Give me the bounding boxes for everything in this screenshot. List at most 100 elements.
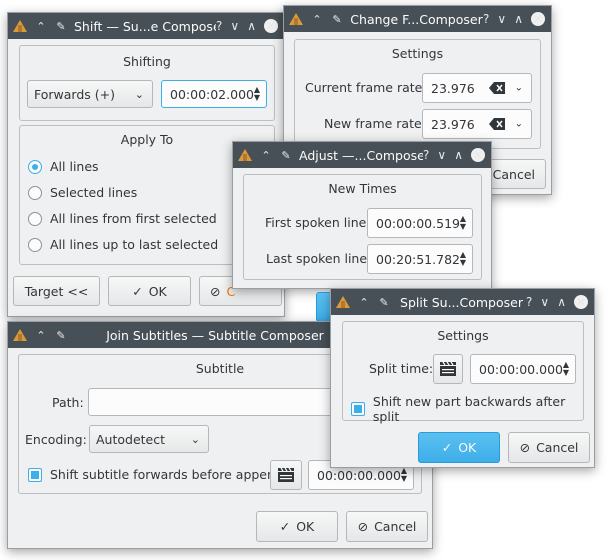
current-rate-label: Current frame rate: — [305, 80, 427, 95]
keep-above-icon[interactable]: ⌃ — [34, 329, 48, 342]
close-button[interactable]: ✕ — [531, 12, 545, 26]
direction-select[interactable]: Forwards (+) ⌄ — [27, 80, 153, 108]
clapperboard-button[interactable] — [270, 460, 302, 490]
minimize-button[interactable]: ∨ — [437, 148, 446, 162]
help-button[interactable]: ? — [483, 12, 489, 26]
encoding-label: Encoding: — [25, 432, 87, 447]
check-icon: ✓ — [132, 283, 143, 299]
pin-icon[interactable]: ✎ — [54, 329, 68, 342]
help-button[interactable]: ? — [423, 148, 429, 162]
cancel-button[interactable]: ⊘ Cancel — [346, 511, 428, 542]
radio-label: Selected lines — [50, 185, 138, 200]
radio-icon — [28, 185, 42, 200]
adjust-dialog: ⌃ ✎ Adjust —...Composer ? ∨ ∧ ✕ New Time… — [232, 141, 492, 289]
split-titlebar[interactable]: ⌃ ✎ Split Su...Composer ? ∨ ∧ ✕ — [331, 289, 594, 315]
split-time-input[interactable]: 00:00:00.000 ▲ ▼ — [470, 354, 576, 384]
first-spoken-input[interactable]: 00:00:00.519 ▲ ▼ — [367, 208, 473, 238]
maximize-button[interactable]: ∧ — [247, 19, 256, 33]
chevron-down-icon: ⌄ — [190, 432, 200, 446]
app-icon — [335, 295, 351, 309]
pin-icon[interactable]: ✎ — [377, 296, 391, 309]
app-icon — [288, 12, 304, 26]
new-rate-value: 23.976 — [431, 116, 475, 132]
checkbox-label: Shift subtitle forwards before append — [50, 467, 283, 482]
spin-arrows-icon[interactable]: ▲ ▼ — [460, 215, 466, 231]
group-title: Settings — [391, 46, 444, 61]
help-button[interactable]: ? — [216, 19, 222, 33]
checkbox-icon — [351, 402, 365, 416]
cancel-icon: ⊘ — [210, 283, 221, 299]
last-spoken-value: 00:20:51.782 — [376, 251, 460, 267]
close-button[interactable]: ✕ — [471, 148, 485, 162]
help-button[interactable]: ? — [526, 295, 532, 309]
spin-arrows-icon[interactable]: ▲ ▼ — [401, 467, 407, 483]
ok-label: OK — [148, 283, 167, 299]
app-icon — [237, 148, 253, 162]
close-button[interactable]: ✕ — [574, 295, 588, 309]
encoding-select[interactable]: Autodetect ⌄ — [89, 425, 209, 453]
maximize-button[interactable]: ∧ — [454, 148, 463, 162]
clear-icon[interactable] — [489, 118, 505, 130]
encoding-value: Autodetect — [96, 431, 166, 447]
new-rate-input[interactable]: 23.976 ⌄ — [422, 109, 532, 139]
chevron-down-icon[interactable]: ⌄ — [515, 83, 523, 94]
radio-all-lines[interactable]: All lines — [28, 159, 99, 174]
app-icon — [12, 328, 28, 342]
cancel-label: Cancel — [374, 519, 417, 534]
pin-icon[interactable]: ✎ — [279, 149, 293, 162]
adjust-titlebar[interactable]: ⌃ ✎ Adjust —...Composer ? ∨ ∧ ✕ — [233, 142, 491, 168]
spin-arrows-icon[interactable]: ▲ ▼ — [460, 251, 466, 267]
clear-icon[interactable] — [489, 82, 505, 94]
path-label: Path: — [52, 395, 84, 410]
current-rate-input[interactable]: 23.976 ⌄ — [422, 73, 532, 103]
shift-forwards-checkbox[interactable]: Shift subtitle forwards before append — [28, 467, 283, 482]
shift-time-value: 00:00:02.000 — [170, 86, 254, 102]
minimize-button[interactable]: ∨ — [497, 12, 506, 26]
radio-label: All lines from first selected — [50, 211, 217, 226]
clapperboard-button[interactable] — [433, 354, 463, 384]
radio-selected-lines[interactable]: Selected lines — [28, 185, 137, 200]
keep-above-icon[interactable]: ⌃ — [34, 20, 48, 33]
shift-titlebar[interactable]: ⌃ ✎ Shift — Su...e Composer ? ∨ ∧ ✕ — [8, 13, 284, 39]
radio-up-to-last-selected[interactable]: All lines up to last selected — [28, 237, 218, 252]
group-title: Settings — [437, 328, 489, 343]
pin-icon[interactable]: ✎ — [54, 20, 68, 33]
ok-button[interactable]: ✓ OK — [418, 432, 500, 463]
window-title: Shift — Su...e Composer — [74, 18, 217, 34]
keep-above-icon[interactable]: ⌃ — [259, 149, 273, 162]
spin-arrows-icon[interactable]: ▲ ▼ — [563, 361, 569, 377]
window-title: Split Su...Composer — [400, 294, 523, 310]
new-rate-label: New frame rate: — [324, 116, 426, 131]
chevron-down-icon[interactable]: ⌄ — [515, 119, 523, 130]
direction-value: Forwards (+) — [34, 86, 115, 102]
maximize-button[interactable]: ∧ — [557, 295, 566, 309]
keep-above-icon[interactable]: ⌃ — [310, 13, 324, 26]
radio-from-first-selected[interactable]: All lines from first selected — [28, 211, 217, 226]
clapperboard-icon — [440, 361, 456, 376]
group-title: Shifting — [123, 54, 171, 69]
minimize-button[interactable]: ∨ — [540, 295, 549, 309]
ok-button[interactable]: ✓ OK — [108, 276, 191, 306]
shift-time-input[interactable]: 00:00:02.000 ▲ ▼ — [161, 80, 267, 108]
clapperboard-icon — [278, 467, 294, 482]
minimize-button[interactable]: ∨ — [230, 19, 239, 33]
split-time-value: 00:00:00.000 — [479, 361, 563, 377]
pin-icon[interactable]: ✎ — [330, 13, 344, 26]
maximize-button[interactable]: ∧ — [514, 12, 523, 26]
cancel-icon: ⊘ — [519, 440, 531, 455]
radio-label: All lines up to last selected — [50, 237, 219, 252]
shift-backwards-checkbox[interactable]: Shift new part backwards after split — [351, 394, 594, 424]
close-button[interactable]: ✕ — [264, 19, 278, 33]
keep-above-icon[interactable]: ⌃ — [357, 296, 371, 309]
cancel-button[interactable]: ⊘ Cancel — [508, 432, 590, 463]
last-spoken-input[interactable]: 00:20:51.782 ▲ ▼ — [367, 244, 473, 274]
radio-icon — [28, 159, 42, 174]
target-button[interactable]: Target << — [13, 276, 100, 306]
current-rate-value: 23.976 — [431, 80, 475, 96]
spin-arrows-icon[interactable]: ▲ ▼ — [254, 86, 260, 102]
ok-button[interactable]: ✓ OK — [256, 511, 338, 542]
change-titlebar[interactable]: ⌃ ✎ Change F...Composer ? ∨ ∧ ✕ — [284, 6, 551, 32]
check-icon: ✓ — [441, 440, 453, 455]
window-title: Join Subtitles — Subtitle Composer — [106, 327, 324, 343]
path-input[interactable] — [88, 388, 348, 416]
